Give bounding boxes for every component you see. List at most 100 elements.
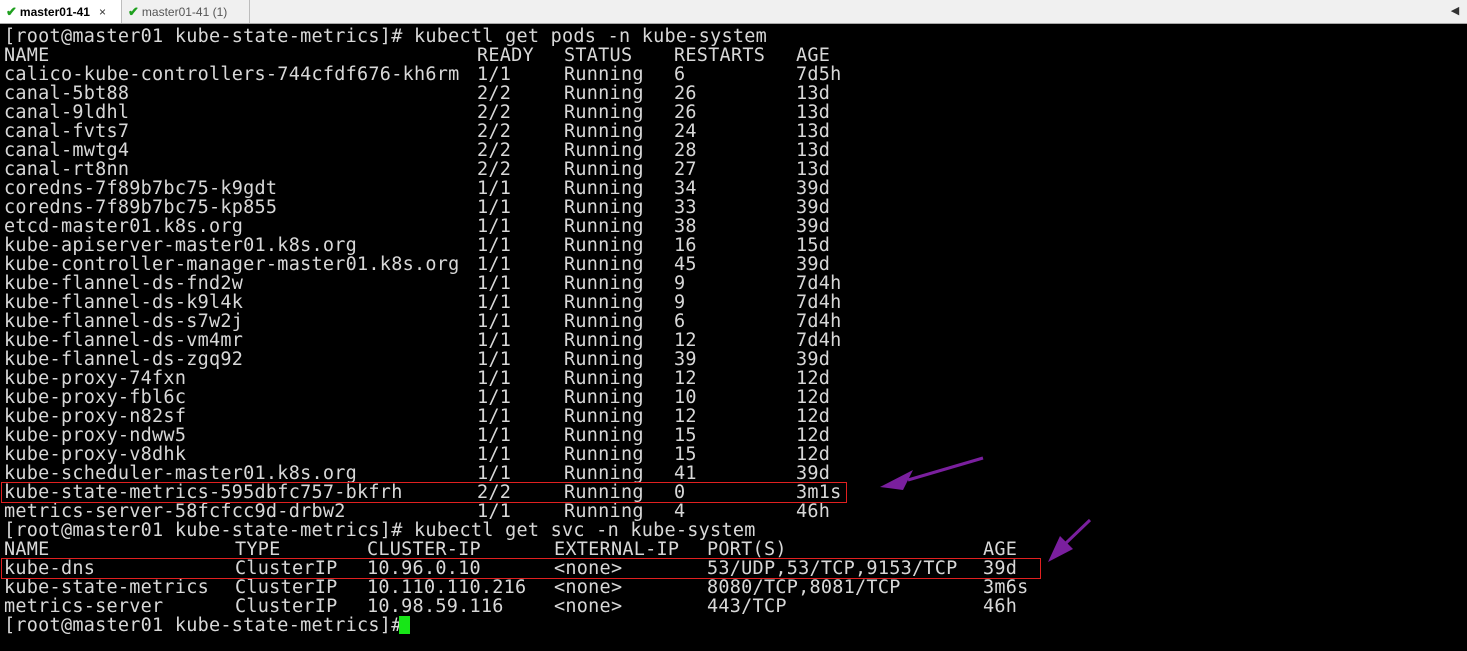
- pod-name: canal-5bt88: [4, 83, 130, 104]
- pod-name: kube-flannel-ds-vm4mr: [4, 330, 244, 351]
- pod-ready: 1/1: [477, 349, 512, 370]
- pod-ready: 1/1: [477, 273, 512, 294]
- pod-status: Running: [564, 425, 644, 446]
- pod-status: Running: [564, 387, 644, 408]
- pod-name: kube-flannel-ds-k9l4k: [4, 292, 244, 313]
- pod-name: coredns-7f89b7bc75-kp855: [4, 197, 278, 218]
- pod-restarts: 16: [674, 235, 697, 256]
- pod-age: 13d: [796, 121, 831, 142]
- pod-name: canal-fvts7: [4, 121, 130, 142]
- pod-age: 12d: [796, 368, 831, 389]
- pod-ready: 1/1: [477, 64, 512, 85]
- pod-name: kube-proxy-ndww5: [4, 425, 187, 446]
- highlight-box-pod: [1, 482, 847, 503]
- pod-name: kube-controller-manager-master01.k8s.org: [4, 254, 460, 275]
- pod-status: Running: [564, 83, 644, 104]
- pod-restarts: 12: [674, 406, 697, 427]
- pod-age: 39d: [796, 197, 831, 218]
- pod-ready: 1/1: [477, 444, 512, 465]
- tab-scroll-left-icon[interactable]: ◀: [1449, 3, 1461, 19]
- pod-status: Running: [564, 273, 644, 294]
- svc-age: 3m6s: [983, 577, 1029, 598]
- pod-ready: 1/1: [477, 197, 512, 218]
- pod-status: Running: [564, 254, 644, 275]
- pod-age: 7d4h: [796, 330, 842, 351]
- svc-external-ip: <none>: [554, 596, 623, 617]
- svc-ports: 8080/TCP,8081/TCP: [707, 577, 901, 598]
- pod-age: 39d: [796, 463, 831, 484]
- close-tab-icon[interactable]: ×: [99, 5, 106, 19]
- pod-ready: 1/1: [477, 254, 512, 275]
- pod-restarts: 39: [674, 349, 697, 370]
- svc-external-ip: <none>: [554, 577, 623, 598]
- pod-age: 39d: [796, 178, 831, 199]
- svc-header-age: AGE: [983, 539, 1018, 560]
- pod-ready: 1/1: [477, 292, 512, 313]
- pod-restarts: 26: [674, 102, 697, 123]
- pod-restarts: 4: [674, 501, 686, 522]
- svc-cluster-ip: 10.110.110.216: [367, 577, 527, 598]
- pods-header-age: AGE: [796, 45, 831, 66]
- pod-age: 7d5h: [796, 64, 842, 85]
- svc-header-ports: PORT(S): [707, 539, 787, 560]
- pods-header-ready: READY: [477, 45, 534, 66]
- pod-age: 46h: [796, 501, 831, 522]
- svc-header-external-ip: EXTERNAL-IP: [554, 539, 680, 560]
- highlight-box-service: [1, 558, 1041, 579]
- pod-name: canal-mwtg4: [4, 140, 130, 161]
- pod-name: metrics-server-58fcfcc9d-drbw2: [4, 501, 346, 522]
- pod-status: Running: [564, 121, 644, 142]
- tab-label: master01-41: [19, 4, 90, 19]
- pod-restarts: 15: [674, 444, 697, 465]
- pod-name: kube-proxy-v8dhk: [4, 444, 187, 465]
- pod-restarts: 6: [674, 64, 686, 85]
- svc-age: 46h: [983, 596, 1018, 617]
- pod-restarts: 45: [674, 254, 697, 275]
- svc-name: kube-state-metrics: [4, 577, 209, 598]
- pod-restarts: 38: [674, 216, 697, 237]
- pod-status: Running: [564, 368, 644, 389]
- pod-name: kube-flannel-ds-zgq92: [4, 349, 244, 370]
- pod-age: 7d4h: [796, 273, 842, 294]
- pod-age: 13d: [796, 83, 831, 104]
- pod-ready: 1/1: [477, 368, 512, 389]
- shell-command: kubectl get pods -n kube-system: [413, 26, 767, 47]
- pod-restarts: 27: [674, 159, 697, 180]
- pod-status: Running: [564, 501, 644, 522]
- svc-header-name: NAME: [4, 539, 50, 560]
- shell-prompt: [root@master01 kube-state-metrics]#: [4, 520, 414, 541]
- svc-name: metrics-server: [4, 596, 164, 617]
- pod-ready: 2/2: [477, 121, 512, 142]
- arrow-shaft: [1064, 518, 1092, 545]
- pod-age: 12d: [796, 425, 831, 446]
- pod-age: 7d4h: [796, 292, 842, 313]
- pod-restarts: 34: [674, 178, 697, 199]
- pod-ready: 1/1: [477, 178, 512, 199]
- pod-name: kube-apiserver-master01.k8s.org: [4, 235, 358, 256]
- svc-ports: 443/TCP: [707, 596, 787, 617]
- pod-restarts: 28: [674, 140, 697, 161]
- prompt-line-get-svc: [root@master01 kube-state-metrics]# kube…: [4, 521, 756, 540]
- session-tab-bar: ✔ master01-41 × ✔ master01-41 (1) ◀: [0, 0, 1467, 24]
- pod-ready: 1/1: [477, 330, 512, 351]
- tab-master01-41[interactable]: ✔ master01-41 ×: [0, 0, 122, 23]
- shell-prompt: [root@master01 kube-state-metrics]#: [4, 615, 414, 636]
- pod-status: Running: [564, 64, 644, 85]
- pod-name: kube-scheduler-master01.k8s.org: [4, 463, 358, 484]
- pod-name: kube-proxy-fbl6c: [4, 387, 187, 408]
- tab-master01-41-1[interactable]: ✔ master01-41 (1): [122, 0, 250, 23]
- pod-name: kube-flannel-ds-fnd2w: [4, 273, 244, 294]
- pod-age: 12d: [796, 444, 831, 465]
- pod-age: 39d: [796, 349, 831, 370]
- pod-restarts: 12: [674, 368, 697, 389]
- pod-name: coredns-7f89b7bc75-k9gdt: [4, 178, 278, 199]
- pod-status: Running: [564, 216, 644, 237]
- pod-ready: 2/2: [477, 102, 512, 123]
- terminal-output[interactable]: [root@master01 kube-state-metrics]# kube…: [0, 24, 1467, 651]
- pods-header-restarts: RESTARTS: [674, 45, 766, 66]
- pods-header-name: NAME: [4, 45, 50, 66]
- pod-restarts: 15: [674, 425, 697, 446]
- pod-ready: 2/2: [477, 159, 512, 180]
- pod-age: 12d: [796, 387, 831, 408]
- pod-ready: 1/1: [477, 235, 512, 256]
